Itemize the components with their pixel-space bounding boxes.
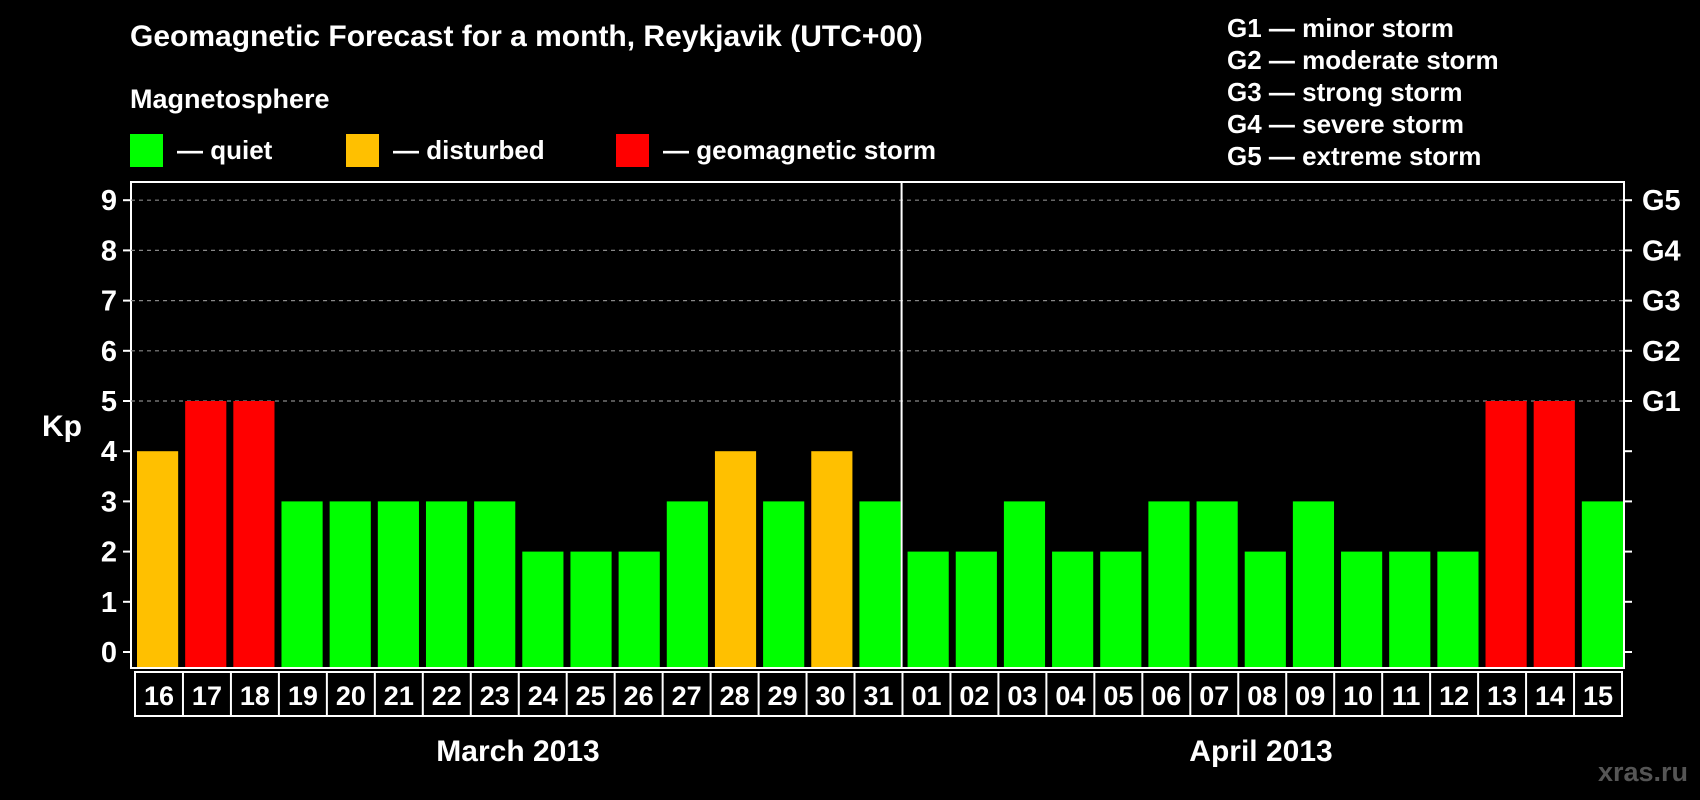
date-label: 20 <box>336 681 366 711</box>
bar-06 <box>1148 501 1190 667</box>
bar-22 <box>425 501 468 667</box>
bar-27 <box>666 501 708 667</box>
date-label: 03 <box>1007 681 1037 711</box>
y-tick-label: 1 <box>101 587 117 619</box>
watermark: xras.ru <box>1597 757 1688 787</box>
month-label-april: April 2013 <box>1189 735 1333 768</box>
bar-12 <box>1437 551 1479 667</box>
date-label: 23 <box>480 681 510 711</box>
y-tick-label: 2 <box>101 537 117 569</box>
bar-26 <box>618 551 660 667</box>
bar-03 <box>1003 501 1046 667</box>
g5-label: G5 — extreme storm <box>1227 141 1482 171</box>
quiet-swatch <box>130 133 163 167</box>
chart-title: Geomagnetic Forecast for a month, Reykja… <box>130 20 923 53</box>
bar-31 <box>859 501 901 667</box>
g-tick-label: G1 <box>1642 386 1681 418</box>
bar-11 <box>1389 551 1431 667</box>
bar-13 <box>1485 401 1527 667</box>
bar-08 <box>1244 551 1286 667</box>
date-label: 05 <box>1103 681 1133 711</box>
date-label: 29 <box>768 681 798 711</box>
legend-heading: Magnetosphere <box>130 84 330 114</box>
bar-23 <box>474 501 516 667</box>
date-label: 09 <box>1295 681 1325 711</box>
date-label: 24 <box>528 681 558 711</box>
g-tick-label: G3 <box>1642 286 1681 318</box>
storm-swatch <box>616 133 649 167</box>
bar-28 <box>714 451 757 667</box>
date-label: 21 <box>384 681 414 711</box>
bar-25 <box>570 551 612 667</box>
date-label: 26 <box>624 681 654 711</box>
y-tick-label: 4 <box>101 436 117 468</box>
date-label: 27 <box>672 681 702 711</box>
legend-quiet: — quiet <box>130 133 272 167</box>
date-label: 12 <box>1439 681 1469 711</box>
date-label: 08 <box>1247 681 1277 711</box>
date-label: 07 <box>1199 681 1229 711</box>
legend-disturbed-label: — disturbed <box>393 134 545 165</box>
disturbed-swatch <box>346 133 379 167</box>
bar-07 <box>1196 501 1238 667</box>
bar-21 <box>377 501 419 667</box>
bar-15 <box>1581 501 1623 667</box>
bar-17 <box>185 401 227 667</box>
y-tick-label: 0 <box>101 637 117 669</box>
g-scale-legend: G1 — minor storm G2 — moderate storm G3 … <box>1227 12 1499 172</box>
y-tick-label: 7 <box>101 286 117 318</box>
date-label: 31 <box>863 681 893 711</box>
date-label: 02 <box>959 681 989 711</box>
date-label: 25 <box>576 681 606 711</box>
date-label: 28 <box>720 681 750 711</box>
bar-19 <box>281 501 323 667</box>
date-label: 10 <box>1343 681 1373 711</box>
bar-24 <box>522 551 564 667</box>
g3-label: G3 — strong storm <box>1227 77 1463 107</box>
legend-storm-label: — geomagnetic storm <box>663 134 937 165</box>
y-tick-label: 8 <box>101 235 117 267</box>
date-label: 16 <box>144 681 174 711</box>
y-axis-label: Kp <box>42 410 82 443</box>
date-label: 19 <box>288 681 318 711</box>
date-label: 30 <box>816 681 846 711</box>
date-label: 17 <box>192 681 222 711</box>
bar-09 <box>1292 501 1335 667</box>
y-tick-label: 3 <box>101 486 117 518</box>
g-tick-label: G4 <box>1642 235 1681 267</box>
bar-18 <box>233 401 275 667</box>
date-label: 15 <box>1583 681 1613 711</box>
legend-disturbed: — disturbed <box>346 133 545 167</box>
g4-label: G4 — severe storm <box>1227 109 1465 139</box>
date-label: 18 <box>240 681 270 711</box>
bar-04 <box>1052 551 1094 667</box>
g2-label: G2 — moderate storm <box>1227 45 1499 75</box>
g-tick-label: G5 <box>1642 185 1681 217</box>
y-tick-label: 5 <box>101 386 117 418</box>
g-tick-label: G2 <box>1642 336 1681 368</box>
bar-20 <box>329 501 371 667</box>
date-label: 22 <box>432 681 462 711</box>
bar-10 <box>1341 551 1383 667</box>
date-label: 04 <box>1055 681 1085 711</box>
bar-01 <box>907 551 949 667</box>
bar-14 <box>1533 401 1575 667</box>
date-label: 14 <box>1535 681 1565 711</box>
bar-30 <box>811 451 853 667</box>
bar-29 <box>763 501 805 667</box>
g1-label: G1 — minor storm <box>1227 13 1454 43</box>
y-tick-label: 6 <box>101 336 117 368</box>
legend-storm: — geomagnetic storm <box>616 133 936 167</box>
bar-05 <box>1100 551 1142 667</box>
date-label: 13 <box>1487 681 1517 711</box>
legend-quiet-label: — quiet <box>177 134 273 165</box>
date-label: 11 <box>1392 681 1421 711</box>
month-label-march: March 2013 <box>436 735 600 768</box>
date-label: 06 <box>1151 681 1181 711</box>
date-label: 01 <box>911 681 941 711</box>
bar-02 <box>955 551 997 667</box>
bar-16 <box>137 451 179 667</box>
y-tick-label: 9 <box>101 185 117 217</box>
